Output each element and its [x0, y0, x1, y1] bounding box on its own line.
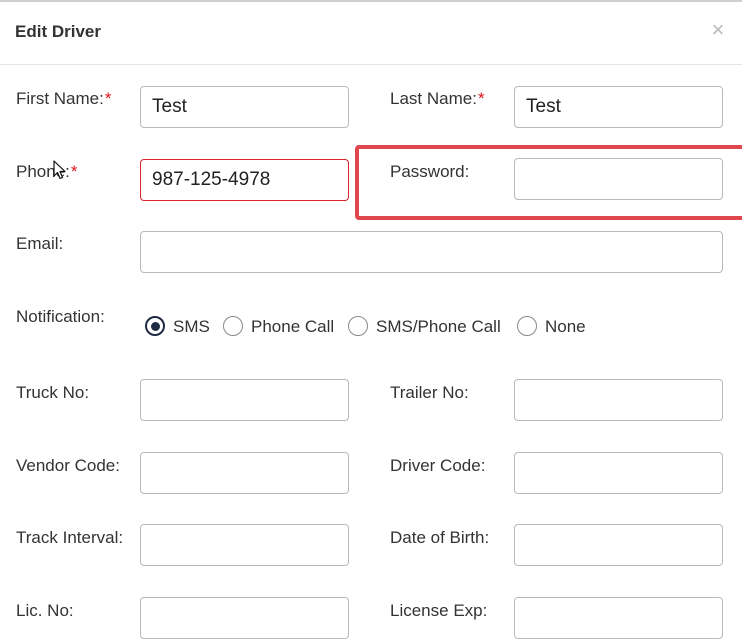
radio-label: Phone Call [251, 317, 335, 336]
edit-driver-modal: Edit Driver × First Name:* Last Name:* P… [0, 0, 742, 639]
lic-no-label: Lic. No: [16, 601, 74, 620]
password-label: Password: [390, 162, 470, 181]
first-name-label: First Name:* [16, 89, 112, 108]
phone-label: Phone:* [16, 162, 78, 181]
driver-code-label: Driver Code: [390, 456, 486, 475]
date-of-birth-label: Date of Birth: [390, 528, 490, 547]
required-marker: * [104, 89, 112, 108]
modal-title: Edit Driver [15, 22, 101, 41]
last-name-input[interactable] [514, 86, 723, 128]
email-input[interactable] [140, 231, 723, 273]
lic-no-input[interactable] [140, 597, 349, 639]
license-exp-input[interactable] [514, 597, 723, 639]
required-marker: * [477, 89, 485, 108]
radio-label: SMS/Phone Call [376, 317, 501, 336]
radio-unchecked-icon [223, 316, 243, 336]
vendor-code-label: Vendor Code: [16, 456, 120, 475]
track-interval-label: Track Interval: [16, 528, 124, 547]
password-input[interactable] [514, 158, 723, 200]
close-button[interactable]: × [708, 18, 728, 42]
trailer-no-label: Trailer No: [390, 383, 469, 402]
truck-no-input[interactable] [140, 379, 349, 421]
required-marker: * [70, 162, 78, 181]
radio-label: None [545, 317, 586, 336]
radio-unchecked-icon [517, 316, 537, 336]
radio-label: SMS [173, 317, 210, 336]
notification-label: Notification: [16, 307, 105, 326]
email-label: Email: [16, 234, 64, 253]
driver-code-input[interactable] [514, 452, 723, 494]
radio-unchecked-icon [348, 316, 368, 336]
license-exp-label: License Exp: [390, 601, 488, 620]
vendor-code-input[interactable] [140, 452, 349, 494]
phone-input[interactable] [140, 159, 349, 201]
radio-checked-icon [145, 316, 165, 336]
trailer-no-input[interactable] [514, 379, 723, 421]
last-name-label: Last Name:* [390, 89, 485, 108]
truck-no-label: Truck No: [16, 383, 90, 402]
modal-header: Edit Driver × [0, 2, 742, 65]
track-interval-input[interactable] [140, 524, 349, 566]
date-of-birth-input[interactable] [514, 524, 723, 566]
first-name-input[interactable] [140, 86, 349, 128]
